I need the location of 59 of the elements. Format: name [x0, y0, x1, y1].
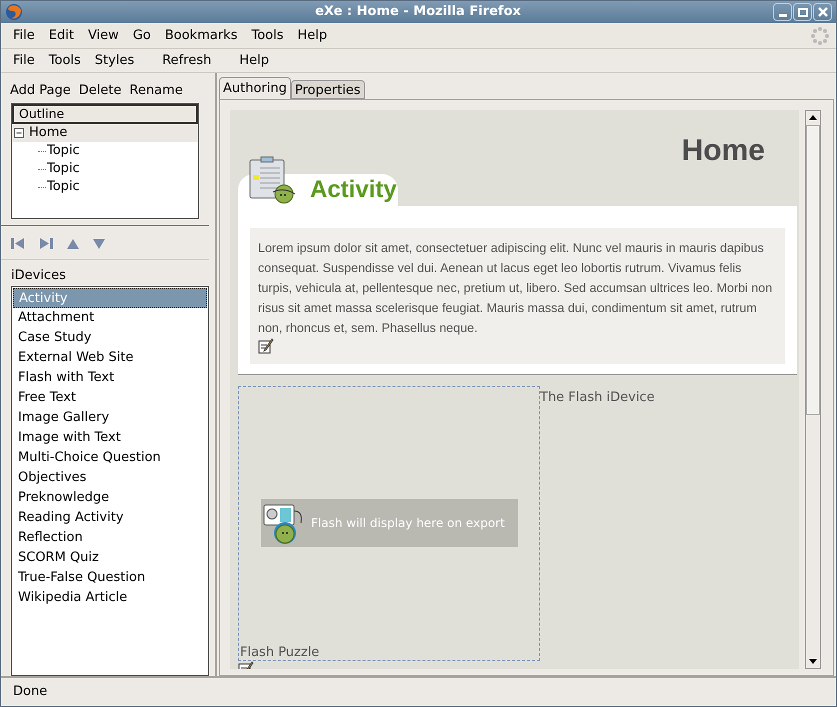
flash-name: Flash Puzzle — [240, 645, 320, 660]
column-header: Outline — [12, 104, 198, 124]
menu-item[interactable]: Tools — [245, 26, 290, 46]
menu-item[interactable]: View — [82, 26, 125, 46]
list-item[interactable]: Reading Activity — [13, 508, 207, 528]
idevice-title: Activity — [310, 175, 397, 205]
list-item[interactable]: Wikipedia Article — [13, 588, 207, 608]
list-item[interactable]: Free Text — [13, 388, 207, 408]
list-item[interactable]: SCORM Quiz — [13, 548, 207, 568]
list-item[interactable]: Reflection — [13, 528, 207, 548]
list-item[interactable]: Objectives — [13, 468, 207, 488]
tab[interactable]: Authoring — [219, 77, 291, 99]
flash-notice: Flash will display here on export — [311, 515, 505, 532]
list-item[interactable]: Case Study — [13, 328, 207, 348]
edit-icon[interactable] — [258, 338, 274, 354]
clipboard-icon — [248, 156, 298, 204]
browser-logo-icon — [5, 3, 23, 21]
menu-item[interactable]: Help — [233, 50, 275, 70]
menu-item[interactable]: File — [7, 26, 41, 46]
minimize-icon — [778, 14, 786, 17]
menu-item[interactable]: Tools — [42, 50, 87, 70]
maximize-button[interactable] — [793, 3, 812, 21]
menu-item[interactable]: Go — [126, 26, 157, 46]
list-item[interactable]: Flash with Text — [13, 368, 207, 388]
collapse-icon[interactable] — [14, 128, 25, 138]
section-title: iDevices — [10, 267, 67, 285]
up-arrow-icon[interactable] — [67, 238, 79, 248]
toolbar-button[interactable]: Rename — [126, 81, 186, 101]
first-icon[interactable] — [11, 238, 25, 249]
menu-item[interactable]: File — [7, 50, 41, 70]
close-icon — [818, 7, 828, 17]
list-item[interactable]: True-False Question — [13, 568, 207, 588]
throbber-icon — [810, 26, 830, 46]
toolbar-button[interactable]: Add Page — [7, 81, 74, 101]
down-arrow-icon[interactable] — [93, 238, 105, 248]
last-icon[interactable] — [39, 238, 53, 249]
menu-item[interactable]: Bookmarks — [158, 26, 244, 46]
menu-item[interactable]: Edit — [42, 26, 80, 46]
activity-text: Lorem ipsum dolor sit amet, consectetuer adipiscing elit. Nunc vel mauris in mauris dapibus consequat. Suspendisse vel dui. Aenean ut lacus eget leo lobortis rutrum. Vivamus felis turpis, vehicula at, pellentesque nec, pretium ut, libero. Sed accumsan ultrices leo. Morbi non risus sit amet massa scelerisque feugiat. Mauris massa dui, condimentum sit amet, rutrum non, rhoncus et, sem. Phasellus neque. — [258, 240, 774, 337]
list-item[interactable]: External Web Site — [13, 348, 207, 368]
menu-item[interactable]: Refresh — [156, 50, 218, 70]
tab[interactable]: Properties — [290, 80, 365, 99]
scroll-thumb[interactable] — [806, 125, 820, 415]
list-item[interactable]: Preknowledge — [13, 488, 207, 508]
maximize-icon — [798, 8, 808, 16]
menu-item[interactable]: Help — [292, 26, 334, 46]
minimize-button[interactable] — [773, 3, 792, 21]
toolbar-button[interactable]: Delete — [76, 81, 124, 101]
tree-item[interactable]: Home — [12, 124, 198, 142]
page-title: Home — [680, 133, 766, 168]
status-text: Done — [13, 683, 48, 702]
window-title: eXe : Home - Mozilla Firefox — [314, 3, 522, 22]
list-item[interactable]: Multi-Choice Question — [13, 448, 207, 468]
list-item[interactable]: Attachment — [13, 308, 207, 328]
list-item[interactable]: Image Gallery — [13, 408, 207, 428]
menu-item[interactable]: Styles — [88, 50, 140, 70]
flash-caption: The Flash iDevice — [540, 389, 655, 407]
close-button[interactable] — [813, 3, 832, 21]
list-item[interactable]: Image with Text — [13, 428, 207, 448]
